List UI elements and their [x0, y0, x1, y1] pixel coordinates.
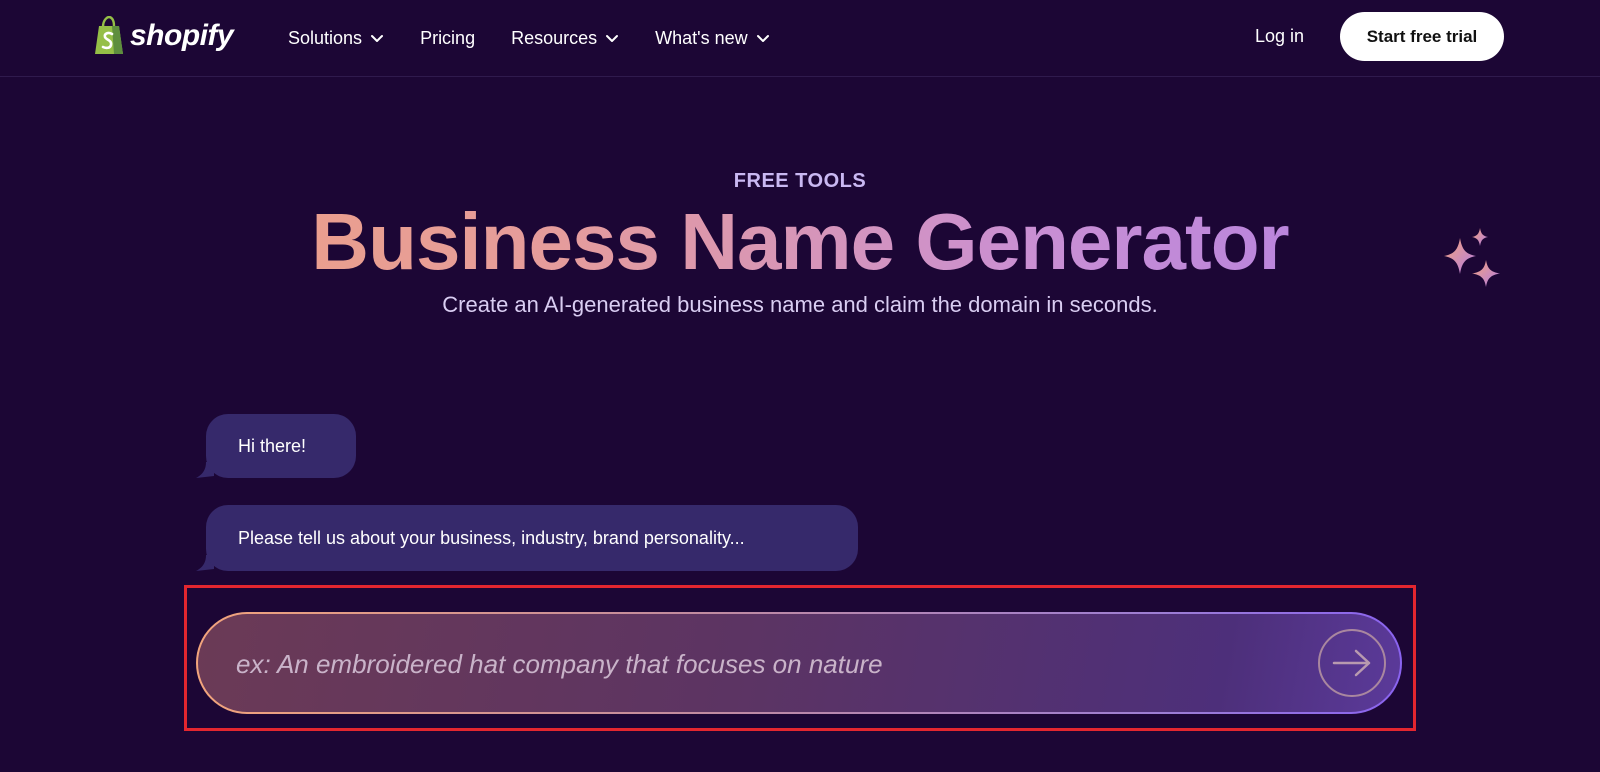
top-nav: shopify Solutions Pricing Resources What…: [0, 0, 1600, 77]
chevron-down-icon: [371, 35, 384, 42]
primary-nav: Solutions Pricing Resources What's new: [288, 22, 806, 54]
nav-item-resources[interactable]: Resources: [511, 28, 619, 49]
chevron-down-icon: [606, 35, 619, 42]
chat-message-greeting: Hi there!: [206, 414, 356, 478]
login-link[interactable]: Log in: [1255, 26, 1304, 47]
highlight-box: [184, 585, 1416, 731]
start-free-trial-button[interactable]: Start free trial: [1340, 12, 1504, 61]
nav-item-label: Resources: [511, 27, 598, 48]
page-title: Business Name Generator: [0, 196, 1600, 288]
page: shopify Solutions Pricing Resources What…: [0, 0, 1600, 772]
chat-message-text: Please tell us about your business, indu…: [238, 527, 745, 548]
nav-item-label: Solutions: [288, 27, 363, 48]
chat-message-text: Hi there!: [238, 435, 307, 456]
shopify-logo[interactable]: shopify: [92, 16, 234, 56]
sparkles-icon: [1444, 228, 1500, 287]
page-subtitle: Create an AI-generated business name and…: [442, 292, 1158, 317]
shopify-bag-icon: [95, 16, 123, 54]
nav-item-label: Pricing: [420, 27, 476, 48]
nav-item-whats-new[interactable]: What's new: [655, 28, 769, 49]
nav-item-pricing[interactable]: Pricing: [420, 28, 475, 49]
brand-name: shopify: [130, 19, 234, 52]
chat-message-prompt: Please tell us about your business, indu…: [206, 505, 858, 571]
nav-item-solutions[interactable]: Solutions: [288, 28, 384, 49]
chevron-down-icon: [756, 35, 769, 42]
eyebrow-label: FREE TOOLS: [733, 170, 867, 192]
nav-item-label: What's new: [655, 27, 748, 48]
